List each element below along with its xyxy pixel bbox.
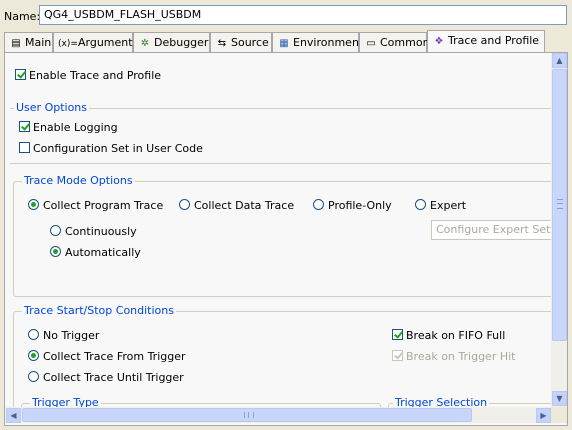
tab-main[interactable]: ▤ Main: [4, 32, 53, 52]
scroll-down-icon[interactable]: ▼: [552, 391, 567, 406]
scroll-right-icon[interactable]: ▶: [536, 408, 551, 423]
tab-label: Trace and Profile: [448, 34, 540, 47]
radio-label: Expert: [430, 199, 467, 212]
break-fifo-label: Break on FIFO Full: [406, 329, 506, 342]
trace-profile-content: Enable Trace and Profile User Options En…: [6, 53, 551, 407]
scroll-left-icon[interactable]: ◀: [6, 408, 21, 423]
scroll-up-icon[interactable]: ▲: [552, 53, 567, 68]
trace-icon: ❖: [434, 36, 444, 47]
config-set-checkbox[interactable]: Configuration Set in User Code: [19, 142, 203, 156]
checkbox-unchecked-icon: [19, 142, 30, 153]
tab-arguments[interactable]: (x)=Arguments: [53, 32, 138, 52]
break-trigger-label: Break on Trigger Hit: [406, 350, 516, 363]
radio-label: Collect Trace From Trigger: [43, 350, 186, 363]
radio-unselected-icon: [415, 199, 426, 210]
main-icon: ▤: [11, 38, 21, 49]
expert-settings-combo[interactable]: Configure Expert Settings: [431, 220, 551, 240]
name-label: Name:: [4, 10, 41, 23]
radio-expert[interactable]: Expert: [415, 199, 466, 213]
environment-icon: ▦: [279, 38, 289, 49]
config-set-label: Configuration Set in User Code: [33, 142, 203, 155]
enable-trace-checkbox[interactable]: Enable Trace and Profile: [15, 69, 161, 83]
tab-trace-and-profile[interactable]: ❖ Trace and Profile: [427, 30, 545, 53]
source-icon: ⇆: [217, 38, 227, 49]
trigger-selection-title: Trigger Selection: [393, 396, 490, 407]
radio-collect-program-trace[interactable]: Collect Program Trace: [28, 199, 163, 213]
trace-mode-title: Trace Mode Options: [22, 174, 135, 187]
radio-unselected-icon: [28, 329, 39, 340]
name-field[interactable]: QG4_USBDM_FLASH_USBDM: [39, 5, 567, 25]
radio-continuously[interactable]: Continuously: [50, 225, 137, 239]
radio-unselected-icon: [313, 199, 324, 210]
radio-label: Profile-Only: [328, 199, 392, 212]
radio-selected-icon: [50, 246, 61, 257]
grip-icon: [244, 412, 254, 418]
common-icon: ▭: [366, 38, 376, 49]
tab-debugger[interactable]: ✲ Debugger: [133, 32, 210, 52]
radio-label: Continuously: [65, 225, 137, 238]
vertical-scrollbar[interactable]: ▲ ▼: [551, 53, 567, 407]
debugger-icon: ✲: [140, 38, 150, 49]
radio-label: Collect Program Trace: [43, 199, 164, 212]
tab-common[interactable]: ▭ Common: [359, 32, 430, 52]
radio-profile-only[interactable]: Profile-Only: [313, 199, 392, 213]
radio-automatically[interactable]: Automatically: [50, 246, 141, 260]
enable-logging-checkbox[interactable]: Enable Logging: [19, 121, 118, 135]
radio-unselected-icon: [179, 199, 190, 210]
tab-bar: ▤ Main (x)=Arguments ✲ Debugger ⇆ Source ▦ E…: [0, 30, 572, 53]
radio-collect-from-trigger[interactable]: Collect Trace From Trigger: [28, 350, 186, 364]
checkbox-checked-icon: [392, 329, 403, 340]
arguments-icon: (x)=: [58, 39, 78, 49]
tab-label: Environment: [293, 36, 364, 49]
radio-label: Collect Data Trace: [194, 199, 295, 212]
radio-label: No Trigger: [43, 329, 100, 342]
radio-no-trigger[interactable]: No Trigger: [28, 329, 99, 343]
vertical-scroll-thumb[interactable]: [552, 69, 567, 341]
checkbox-checked-icon: [15, 69, 26, 80]
radio-label: Automatically: [65, 246, 141, 259]
checkbox-checked-icon: [19, 121, 30, 132]
user-options-title: User Options: [14, 101, 90, 114]
enable-trace-label: Enable Trace and Profile: [29, 69, 162, 82]
radio-selected-icon: [28, 199, 39, 210]
tab-source[interactable]: ⇆ Source: [210, 32, 272, 52]
tab-label: Arguments: [78, 36, 139, 49]
radio-selected-icon: [28, 350, 39, 361]
break-fifo-checkbox[interactable]: Break on FIFO Full: [392, 329, 505, 343]
trigger-type-title: Trigger Type: [30, 396, 101, 407]
trace-start-stop-title: Trace Start/Stop Conditions: [22, 304, 176, 317]
enable-logging-label: Enable Logging: [33, 121, 118, 134]
tab-label: Debugger: [154, 36, 209, 49]
tab-label: Source: [231, 36, 269, 49]
radio-collect-until-trigger[interactable]: Collect Trace Until Trigger: [28, 371, 184, 385]
horizontal-scroll-thumb[interactable]: [22, 408, 472, 422]
radio-label: Collect Trace Until Trigger: [43, 371, 184, 384]
tab-label: Common: [380, 36, 430, 49]
horizontal-scrollbar[interactable]: ◀ ▶: [6, 407, 551, 423]
radio-unselected-icon: [28, 371, 39, 382]
grip-icon: [557, 199, 563, 209]
checkbox-checked-icon: [392, 350, 403, 361]
break-trigger-checkbox[interactable]: Break on Trigger Hit: [392, 350, 515, 364]
scrollbar-corner: [551, 407, 567, 423]
radio-unselected-icon: [50, 225, 61, 236]
tab-label: Main: [25, 36, 52, 49]
radio-collect-data-trace[interactable]: Collect Data Trace: [179, 199, 294, 213]
tab-environment[interactable]: ▦ Environment: [272, 32, 363, 52]
